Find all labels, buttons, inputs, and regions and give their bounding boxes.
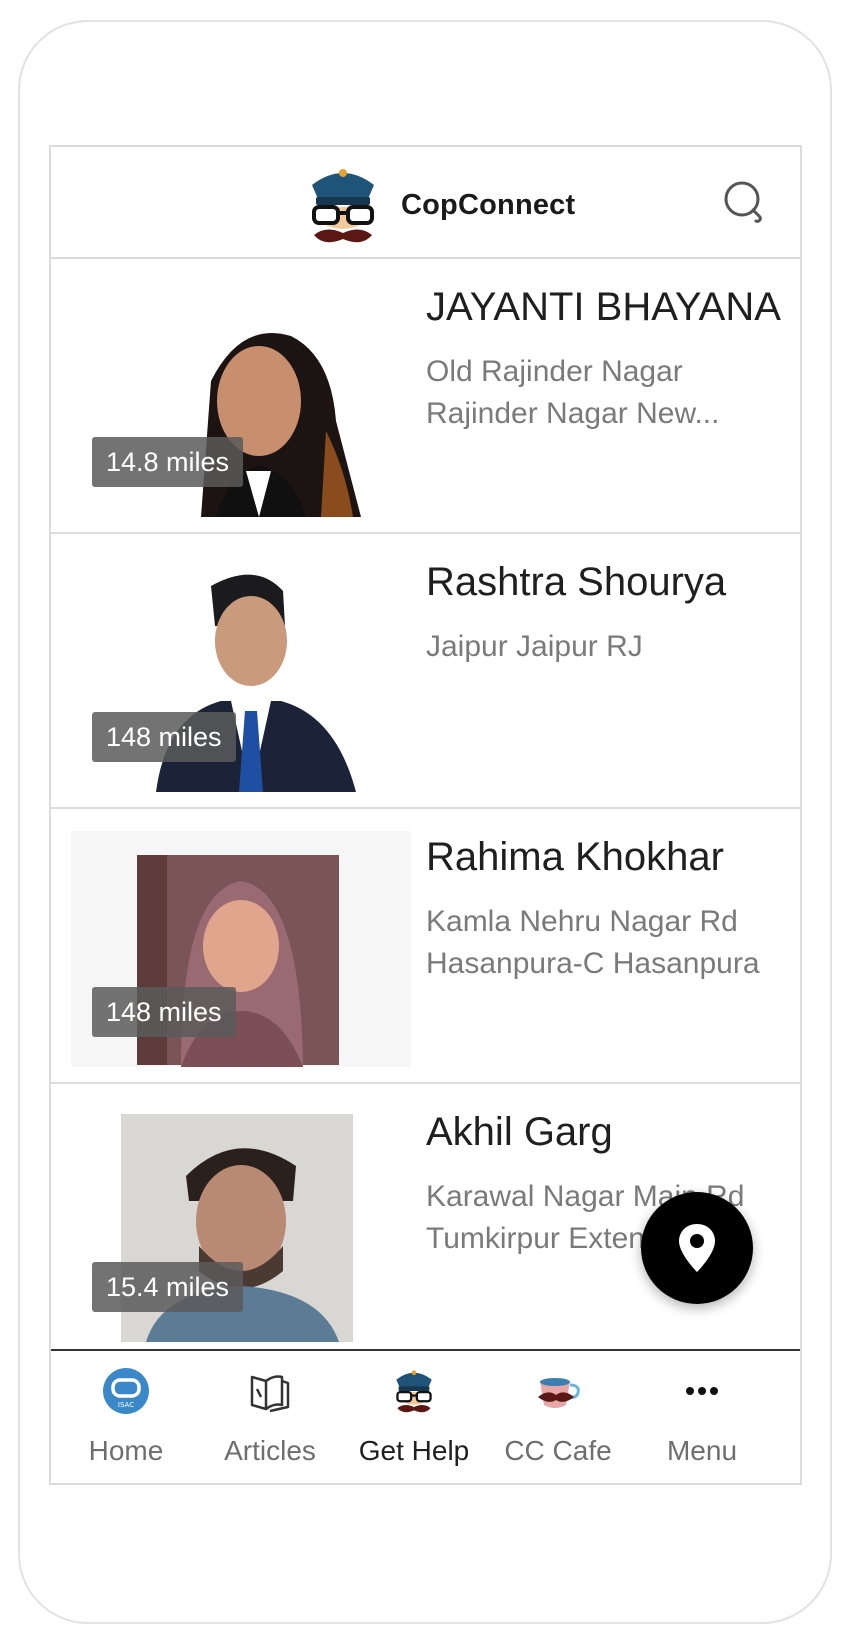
nav-label: Home: [88, 1435, 164, 1466]
address-line-1: Old Rajinder Nagar: [426, 355, 683, 388]
officer-card[interactable]: 148 miles Rashtra Shourya Jaipur Jaipur …: [51, 534, 800, 809]
cafe-icon: [534, 1367, 582, 1415]
svg-text:ISAC: ISAC: [118, 1401, 134, 1409]
address-line-1: Jaipur Jaipur RJ: [426, 630, 643, 663]
map-pin-icon: [679, 1224, 715, 1272]
location-fab-button[interactable]: [641, 1192, 753, 1304]
nav-item-menu[interactable]: Menu: [627, 1351, 777, 1483]
officer-card[interactable]: 148 miles Rahima Khokhar Kamla Nehru Nag…: [51, 809, 800, 1084]
officer-address: Kamla Nehru Nagar Rd Hasanpura-C Hasanpu…: [426, 901, 776, 985]
distance-badge: 148 miles: [92, 987, 236, 1037]
officer-address: Jaipur Jaipur RJ: [426, 626, 776, 668]
search-icon[interactable]: [722, 179, 768, 225]
officer-name: Rahima Khokhar: [426, 835, 724, 879]
more-icon: [678, 1367, 726, 1415]
app-header: CopConnect: [51, 147, 800, 259]
distance-badge: 148 miles: [92, 712, 236, 762]
nav-item-articles[interactable]: Articles: [195, 1351, 345, 1483]
cop-icon: [390, 1367, 438, 1415]
distance-badge: 14.8 miles: [92, 437, 244, 487]
officer-address: Old Rajinder Nagar Rajinder Nagar New...: [426, 351, 776, 435]
distance-badge: 15.4 miles: [92, 1262, 244, 1312]
nav-item-home[interactable]: ISAC Home: [51, 1351, 201, 1483]
bottom-nav: ISAC Home Articles Get Help CC Cafe Menu: [51, 1349, 800, 1483]
address-line-1: Kamla Nehru Nagar Rd: [426, 905, 738, 938]
nav-label: Get Help: [358, 1435, 470, 1466]
copconnect-logo: [304, 163, 382, 247]
nav-label: Menu: [666, 1435, 738, 1466]
officer-name: Rashtra Shourya: [426, 560, 727, 604]
nav-item-cc-cafe[interactable]: CC Cafe: [483, 1351, 633, 1483]
app-brand-title: CopConnect: [401, 189, 576, 221]
book-icon: [246, 1367, 294, 1415]
nav-label: Articles: [224, 1435, 316, 1466]
address-line-2: Hasanpura-C Hasanpura: [426, 947, 760, 980]
officer-name: Akhil Garg: [426, 1110, 613, 1154]
officer-card[interactable]: 14.8 miles JAYANTI BHAYANA Old Rajinder …: [51, 259, 800, 534]
nav-item-get-help[interactable]: Get Help: [339, 1351, 489, 1483]
nav-label: CC Cafe: [504, 1435, 612, 1466]
home-icon: ISAC: [102, 1367, 150, 1415]
address-line-2: Rajinder Nagar New...: [426, 397, 720, 430]
officer-name: JAYANTI BHAYANA: [426, 285, 781, 329]
